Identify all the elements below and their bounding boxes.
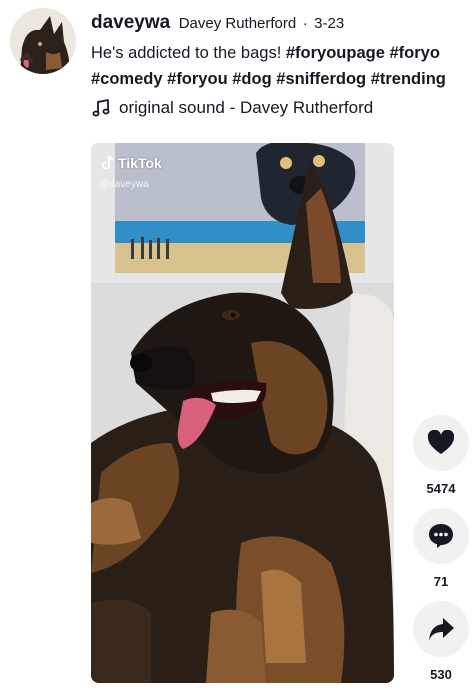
hashtag-link[interactable]: #dog bbox=[232, 70, 271, 88]
nickname[interactable]: Davey Rutherford bbox=[179, 15, 297, 32]
post-caption: He's addicted to the bags! #foryoupage #… bbox=[91, 40, 475, 92]
comment-bubble-icon bbox=[429, 524, 453, 548]
share-count: 530 bbox=[430, 667, 452, 682]
username-link[interactable]: daveywa bbox=[91, 12, 170, 33]
avatar[interactable] bbox=[10, 8, 76, 74]
tiktok-watermark: TikTok bbox=[101, 155, 162, 171]
share-button[interactable] bbox=[413, 601, 469, 657]
sound-link[interactable]: original sound - Davey Rutherford bbox=[91, 98, 373, 118]
music-note-icon bbox=[92, 99, 110, 117]
hashtag-link[interactable]: #snifferdog bbox=[276, 70, 366, 88]
heart-icon bbox=[427, 430, 455, 454]
caption-line-1: He's addicted to the bags! #foryoupage #… bbox=[91, 40, 475, 66]
comment-action: 71 bbox=[413, 508, 469, 589]
video-player[interactable]: TikTok @daveywa bbox=[91, 143, 394, 683]
comment-count: 71 bbox=[433, 574, 449, 589]
like-button[interactable] bbox=[413, 415, 469, 471]
video-frame-image bbox=[91, 143, 394, 683]
like-action: 5474 bbox=[413, 415, 469, 496]
hashtag-link[interactable]: #foryo bbox=[389, 44, 439, 62]
watermark-brand: TikTok bbox=[118, 155, 162, 171]
hashtag-link[interactable]: #trending bbox=[371, 70, 446, 88]
like-count: 5474 bbox=[426, 481, 456, 496]
sound-label: original sound - Davey Rutherford bbox=[119, 98, 374, 117]
comment-button[interactable] bbox=[413, 508, 469, 564]
tiktok-logo-icon bbox=[102, 155, 114, 170]
caption-text: He's addicted to the bags! bbox=[91, 44, 286, 62]
share-arrow-icon bbox=[429, 618, 454, 640]
caption-line-2: #comedy #foryou #dog #snifferdog #trendi… bbox=[91, 66, 475, 92]
hashtag-link[interactable]: #foryou bbox=[167, 70, 228, 88]
hashtag-link[interactable]: #foryoupage bbox=[286, 44, 385, 62]
avatar-dog-image bbox=[10, 8, 76, 74]
hashtag-link[interactable]: #comedy bbox=[91, 70, 163, 88]
watermark-username: @daveywa bbox=[99, 179, 149, 190]
share-action: 530 bbox=[413, 601, 469, 682]
post-header: daveywa Davey Rutherford · 3-23 bbox=[91, 12, 344, 34]
post-date: 3-23 bbox=[314, 15, 345, 32]
separator-dot: · bbox=[302, 15, 308, 32]
